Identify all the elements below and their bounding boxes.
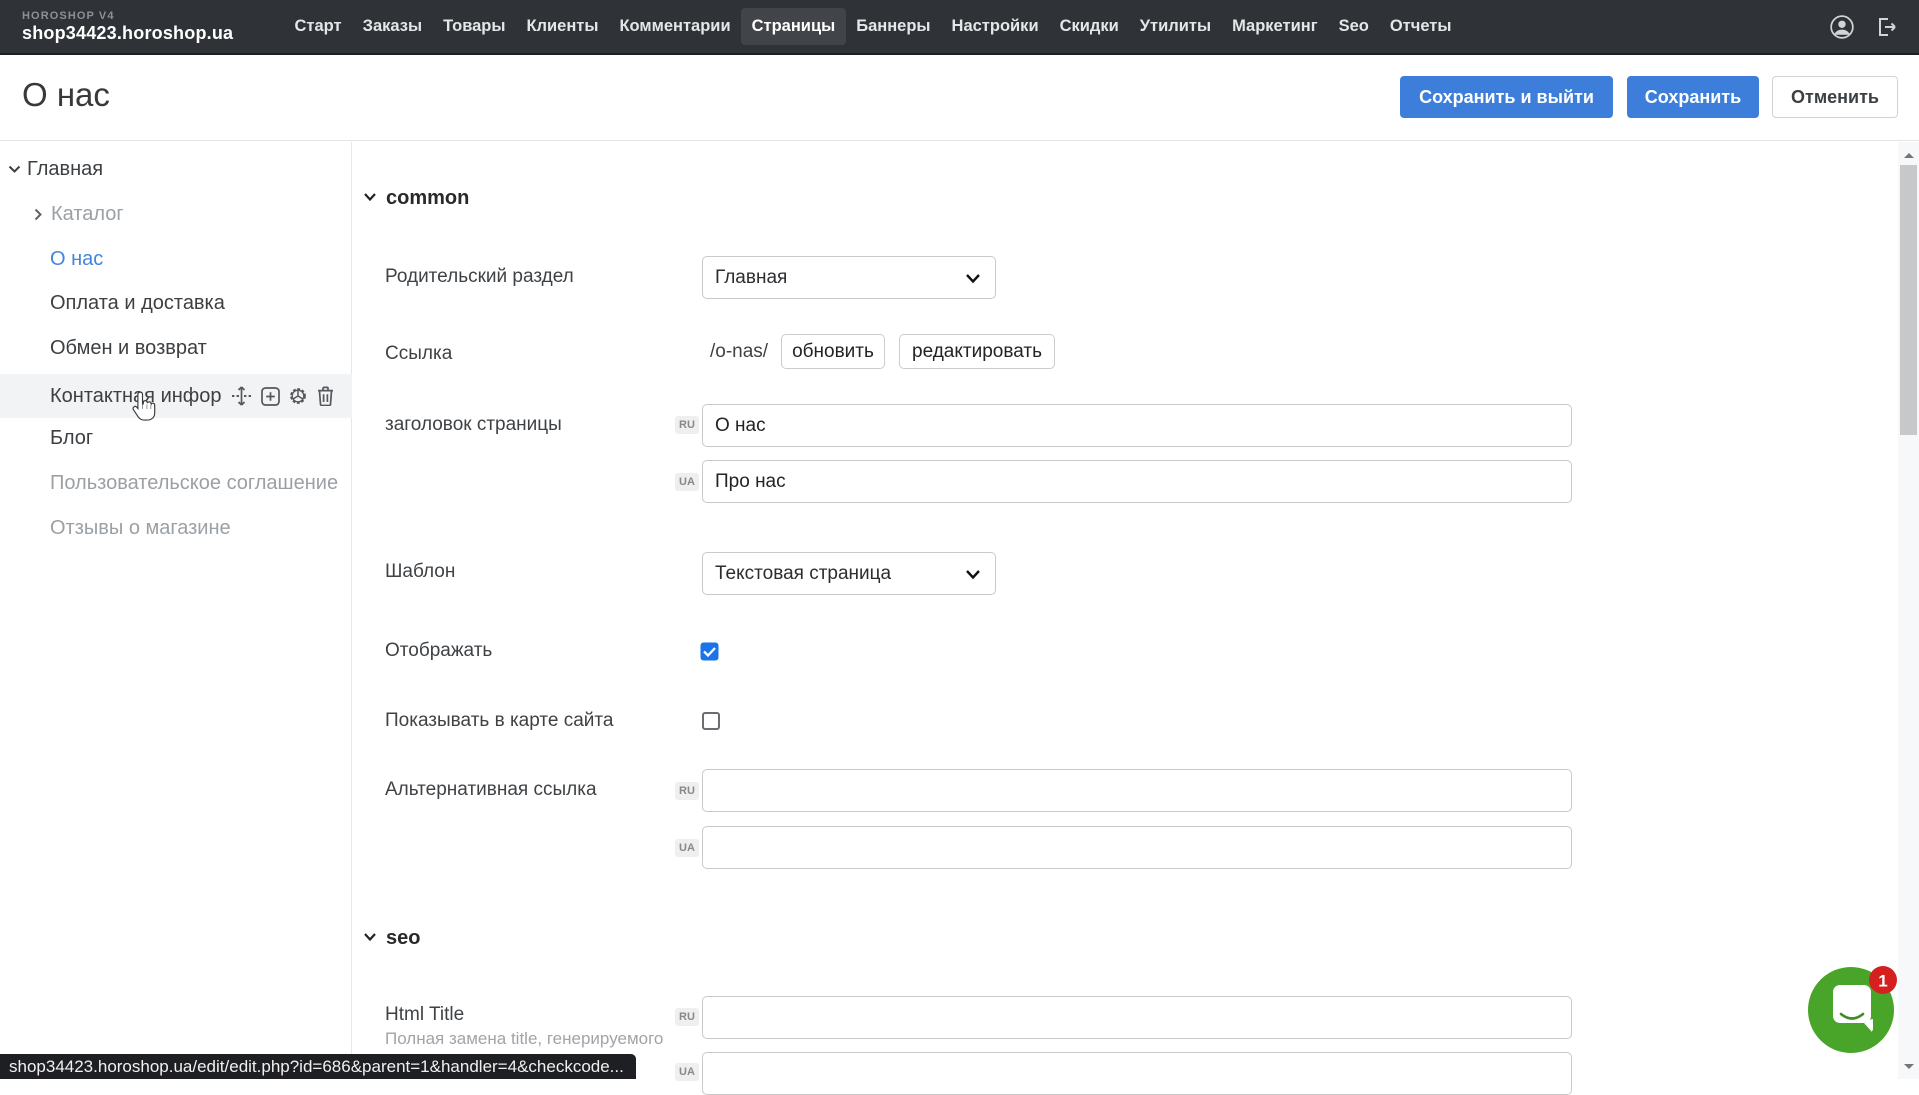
svg-text:1: 1 bbox=[1878, 972, 1887, 991]
